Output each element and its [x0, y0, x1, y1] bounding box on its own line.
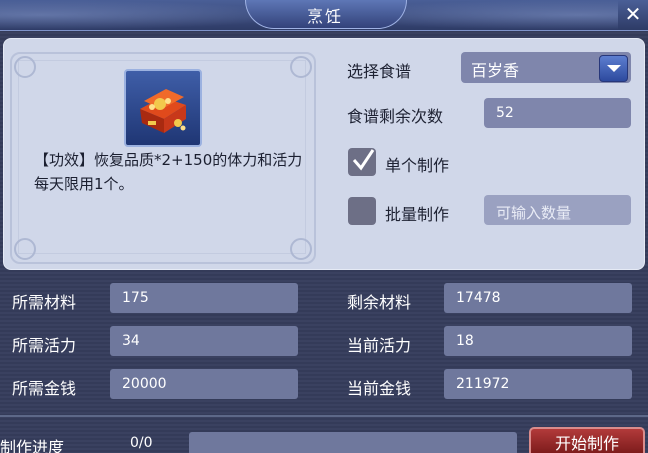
current-vitality-value: 18 [456, 333, 474, 349]
select-recipe-label: 选择食谱 [347, 62, 412, 81]
cooking-window: 烹饪 ✕ 【功效】恢复品质*2+150的体力和活力每天限用1个。 选择食谱 百岁… [0, 0, 648, 453]
progress-bar [189, 432, 517, 453]
batch-quantity-placeholder: 可输入数量 [496, 204, 572, 222]
current-money-label: 当前金钱 [347, 379, 412, 398]
batch-craft-checkbox[interactable] [348, 197, 376, 225]
batch-quantity-input[interactable]: 可输入数量 [484, 195, 631, 225]
remaining-material-value: 17478 [456, 290, 501, 306]
progress-label: 制作进度 [0, 438, 65, 453]
current-money-value: 211972 [456, 376, 510, 392]
start-crafting-button[interactable]: 开始制作 [529, 427, 645, 453]
chevron-down-icon [607, 65, 621, 72]
checkmark-icon [352, 149, 375, 171]
required-material-field: 175 [110, 283, 298, 313]
remaining-uses-field: 52 [484, 98, 631, 128]
required-money-value: 20000 [122, 376, 167, 392]
remaining-uses-label: 食谱剩余次数 [347, 107, 444, 126]
required-vitality-field: 34 [110, 326, 298, 356]
window-title: 烹饪 [306, 7, 343, 26]
recipe-dropdown[interactable]: 百岁香 [461, 52, 631, 83]
current-vitality-field: 18 [444, 326, 632, 356]
frame-corner-ornament [290, 238, 312, 260]
frame-corner-ornament [14, 238, 36, 260]
dropdown-button[interactable] [599, 55, 628, 82]
item-slot[interactable] [124, 69, 202, 147]
progress-count: 0/0 [130, 435, 153, 451]
current-vitality-label: 当前活力 [347, 336, 412, 355]
remaining-material-field: 17478 [444, 283, 632, 313]
batch-craft-label: 批量制作 [385, 205, 450, 224]
remaining-uses-value: 52 [496, 105, 514, 121]
selected-recipe: 百岁香 [471, 61, 520, 80]
divider [0, 415, 648, 417]
current-money-field: 211972 [444, 369, 632, 399]
required-money-field: 20000 [110, 369, 298, 399]
required-material-value: 175 [122, 290, 149, 306]
frame-corner-ornament [290, 56, 312, 78]
title-bar: 烹饪 ✕ [0, 0, 648, 31]
required-material-label: 所需材料 [12, 293, 77, 312]
required-vitality-value: 34 [122, 333, 140, 349]
single-craft-label: 单个制作 [385, 156, 450, 175]
close-icon[interactable]: ✕ [622, 3, 644, 25]
single-craft-checkbox[interactable] [348, 148, 376, 176]
required-money-label: 所需金钱 [12, 379, 77, 398]
frame-corner-ornament [14, 56, 36, 78]
recipe-effect-text: 【功效】恢复品质*2+150的体力和活力每天限用1个。 [34, 151, 303, 193]
required-vitality-label: 所需活力 [12, 336, 77, 355]
treasure-chest-icon [140, 89, 186, 133]
remaining-material-label: 剩余材料 [347, 293, 412, 312]
